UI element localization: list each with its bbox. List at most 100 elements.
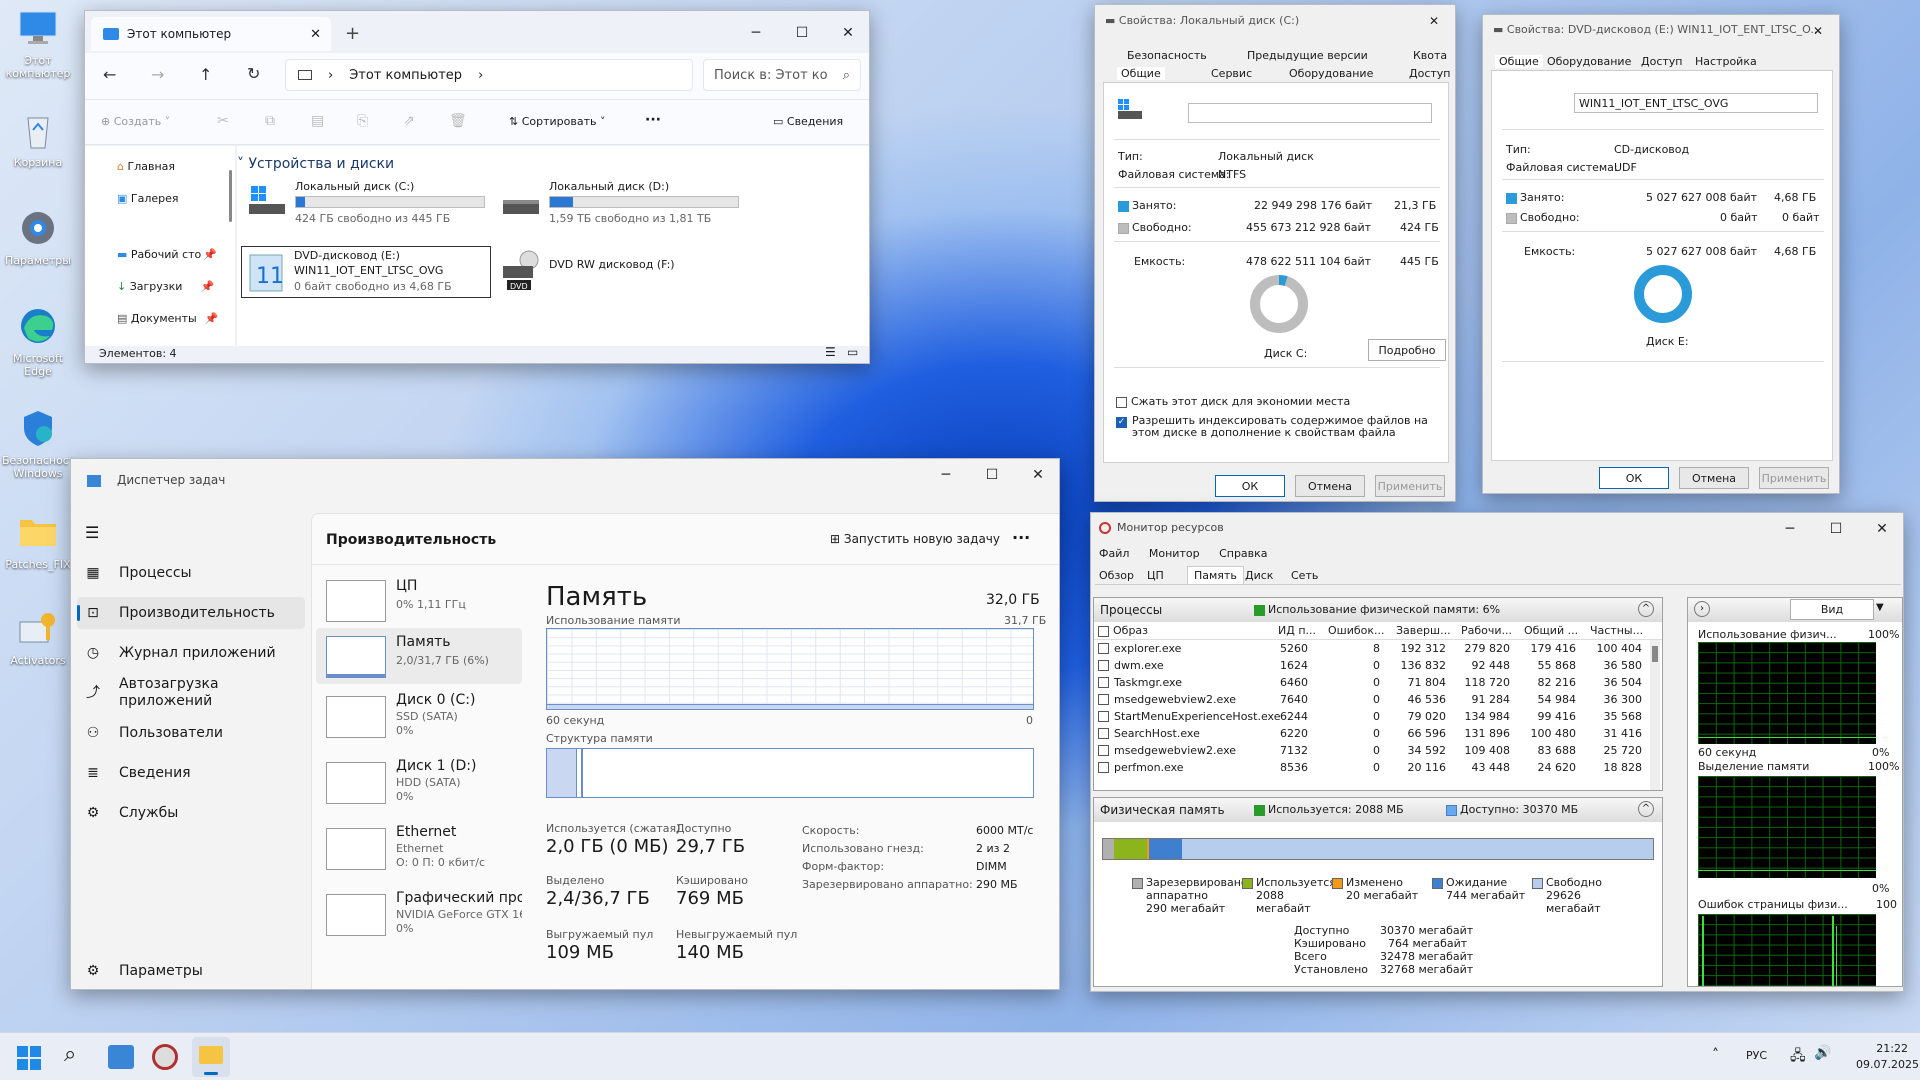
drive-c[interactable]: Локальный диск (C:) 424 ГБ свободно из 4… [247,180,497,230]
collapse-icon[interactable]: ^ [1638,801,1654,817]
volume-icon[interactable]: 🔊 [1814,1045,1831,1061]
tab-general[interactable]: Общие [1117,67,1165,80]
taskbar-resmon[interactable] [152,1044,178,1070]
ok-button[interactable]: ОК [1599,467,1669,489]
taskbar-taskmanager[interactable] [108,1045,134,1069]
phys-header[interactable]: Физическая память Используется: 2088 МБ … [1094,798,1662,822]
paste-icon[interactable]: ▤ [311,113,324,129]
close-button[interactable]: ✕ [1859,513,1903,545]
back-icon[interactable]: ← [103,65,116,84]
tab-tools[interactable]: Сервис [1211,67,1252,80]
row-checkbox[interactable] [1098,711,1109,722]
list-view-icon[interactable]: ☰ [825,345,836,359]
expand-icon[interactable]: › [1694,601,1710,617]
device-disk1[interactable]: Диск 1 (D:) HDD (SATA) 0% [316,756,522,812]
close-button[interactable]: ✕ [1795,15,1839,47]
more-options-icon[interactable]: ··· [1012,528,1030,547]
ok-button[interactable]: ОК [1215,475,1285,497]
process-row[interactable]: Taskmgr.exe 6460 0 71 804 118 720 82 216 36 50… [1094,674,1650,691]
proc-scrollbar[interactable] [1650,640,1660,790]
row-checkbox[interactable] [1098,745,1109,756]
volume-name-input[interactable] [1188,103,1432,123]
tab-network[interactable]: Сеть [1291,569,1318,582]
tab-previous-versions[interactable]: Предыдущие версии [1247,49,1368,62]
row-checkbox[interactable] [1098,660,1109,671]
tab-hardware[interactable]: Оборудование [1547,55,1631,68]
minimize-button[interactable]: ─ [1767,513,1813,545]
tab-sharing[interactable]: Доступ [1641,55,1682,68]
close-button[interactable]: ✕ [1411,5,1455,37]
up-icon[interactable]: ↑ [199,65,212,84]
index-checkbox[interactable]: ✓ Разрешить индексировать содержимое фай… [1116,415,1436,439]
copy-icon[interactable]: ⧉ [265,113,275,129]
desktop-icon-edge[interactable]: Microsoft Edge [2,306,74,378]
sort-button[interactable]: ⇅ Сортировать ˅ [509,115,606,128]
process-row[interactable]: msedgewebview2.exe 7132 0 34 592 109 408 83 6… [1094,742,1650,759]
minimize-button[interactable]: ─ [733,17,779,49]
device-disk0[interactable]: Диск 0 (C:) SSD (SATA) 0% [316,690,522,746]
nav-settings[interactable]: ⚙ Параметры [71,955,311,987]
nav-item-home[interactable]: ⌂ Главная [117,160,175,173]
row-checkbox[interactable] [1098,728,1109,739]
network-icon[interactable]: 🖧 [1790,1045,1806,1069]
language-indicator[interactable]: РУС [1746,1049,1767,1062]
volume-label-input[interactable]: WIN11_IOT_ENT_LTSC_OVG [1574,93,1818,113]
maximize-button[interactable]: ☐ [779,17,825,49]
tab-customize[interactable]: Настройка [1695,55,1757,68]
nav-item-downloads[interactable]: ↓ Загрузки 📌 [117,280,214,293]
device-ethernet[interactable]: Ethernet Ethernet О: 0 П: 0 кбит/с [316,822,522,878]
nav-app-history[interactable]: ◷ Журнал приложений [71,637,311,669]
col-working[interactable]: Рабочи... [1461,624,1512,637]
process-row[interactable]: perfmon.exe 8536 0 20 116 43 448 24 620 18 828 [1094,759,1650,776]
share-icon[interactable]: ⇗ [403,113,415,129]
process-row[interactable]: msedgewebview2.exe 7640 0 46 536 91 284 54 98… [1094,691,1650,708]
process-row[interactable]: explorer.exe 5260 8 192 312 279 820 179 416 10… [1094,640,1650,657]
scroll-thumb[interactable] [1652,646,1658,662]
process-row[interactable]: SearchHost.exe 6220 0 66 596 131 896 100 480 3… [1094,725,1650,742]
nav-users[interactable]: ⚇ Пользователи [71,717,311,749]
tab-sharing[interactable]: Доступ [1409,67,1450,80]
details-button[interactable]: Подробно [1368,339,1446,361]
desktop-icon-patches[interactable]: Patches_FIX [2,512,74,571]
maximize-button[interactable]: ☐ [969,459,1015,491]
address-bar[interactable]: › Этот компьютер › [285,59,693,91]
menu-help[interactable]: Справка [1219,547,1267,560]
row-checkbox[interactable] [1098,694,1109,705]
tab-disk[interactable]: Диск [1245,569,1273,582]
tab-cpu[interactable]: ЦП [1147,569,1164,582]
nav-services[interactable]: ⚙ Службы [71,797,311,829]
refresh-icon[interactable]: ↻ [247,64,260,83]
drive-e[interactable]: 11 DVD-дисковод (E:) WIN11_IOT_ENT_LTSC_… [241,246,491,298]
process-row[interactable]: dwm.exe 1624 0 136 832 92 448 55 868 36 580 [1094,657,1650,674]
col-commit[interactable]: Заверш... [1396,624,1451,637]
tab-quota[interactable]: Квота [1413,49,1447,62]
new-tab-button[interactable]: + [345,23,360,44]
details-button[interactable]: ▭ Сведения [773,115,843,128]
clock[interactable]: 21:22 09.07.2025 [1856,1041,1919,1073]
row-checkbox[interactable] [1098,643,1109,654]
more-button[interactable]: ··· [645,112,661,128]
apply-button[interactable]: Применить [1375,475,1445,497]
col-image[interactable]: Образ [1098,624,1148,637]
col-private[interactable]: Частны... [1590,624,1643,637]
tab-security[interactable]: Безопасность [1127,49,1207,62]
taskbar-explorer[interactable] [192,1037,230,1077]
search-icon[interactable]: ⌕ [64,1042,76,1067]
tab-memory[interactable]: Память [1187,566,1244,584]
nav-processes[interactable]: ▦ Процессы [71,557,311,589]
menu-monitor[interactable]: Монитор [1149,547,1200,560]
desktop-icon-settings[interactable]: Параметры [2,208,74,267]
minimize-button[interactable]: ─ [923,459,969,491]
tab-general[interactable]: Общие [1495,55,1543,68]
cut-icon[interactable]: ✂ [217,113,229,129]
nav-startup[interactable]: ⤴ Автозагрузка приложений [71,673,271,713]
process-row[interactable]: StartMenuExperienceHost.exe 6244 0 79 020 13… [1094,708,1650,725]
row-checkbox[interactable] [1098,762,1109,773]
tab-hardware[interactable]: Оборудование [1289,67,1373,80]
desktop-icon-this-pc[interactable]: Этот компьютер [2,8,74,80]
device-cpu[interactable]: ЦП 0% 1,11 ГГц [316,574,522,628]
device-memory[interactable]: Память 2,0/31,7 ГБ (6%) [316,628,522,684]
hamburger-icon[interactable]: ☰ [85,523,99,542]
close-button[interactable]: ✕ [1015,459,1059,491]
col-pid[interactable]: ИД п... [1278,624,1316,637]
